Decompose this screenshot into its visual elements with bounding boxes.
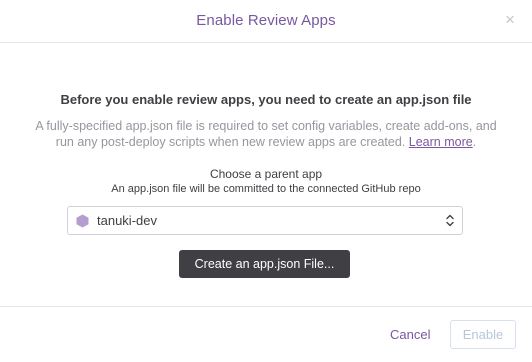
modal-header: Enable Review Apps × (0, 0, 532, 43)
description-end: . (472, 135, 477, 149)
parent-app-selected-value: tanuki-dev (97, 213, 157, 228)
headline: Before you enable review apps, you need … (60, 92, 472, 107)
modal-footer: Cancel Enable (0, 306, 532, 362)
modal-title: Enable Review Apps (196, 12, 336, 29)
parent-app-subtext: An app.json file will be committed to th… (111, 183, 421, 195)
enable-review-apps-modal: Enable Review Apps × Before you enable r… (0, 0, 532, 362)
cancel-button[interactable]: Cancel (390, 327, 430, 342)
parent-app-select[interactable]: tanuki-dev (67, 206, 463, 235)
description: A fully-specified app.json file is requi… (34, 118, 498, 150)
parent-app-label: Choose a parent app (209, 167, 323, 181)
chevron-up-down-icon (446, 214, 454, 227)
app-hexagon-icon (76, 214, 89, 228)
close-icon[interactable]: × (500, 9, 520, 31)
create-app-json-button[interactable]: Create an app.json File... (179, 250, 350, 278)
enable-button[interactable]: Enable (450, 320, 516, 349)
learn-more-link[interactable]: Learn more (409, 135, 473, 149)
modal-body: Before you enable review apps, you need … (0, 44, 532, 306)
